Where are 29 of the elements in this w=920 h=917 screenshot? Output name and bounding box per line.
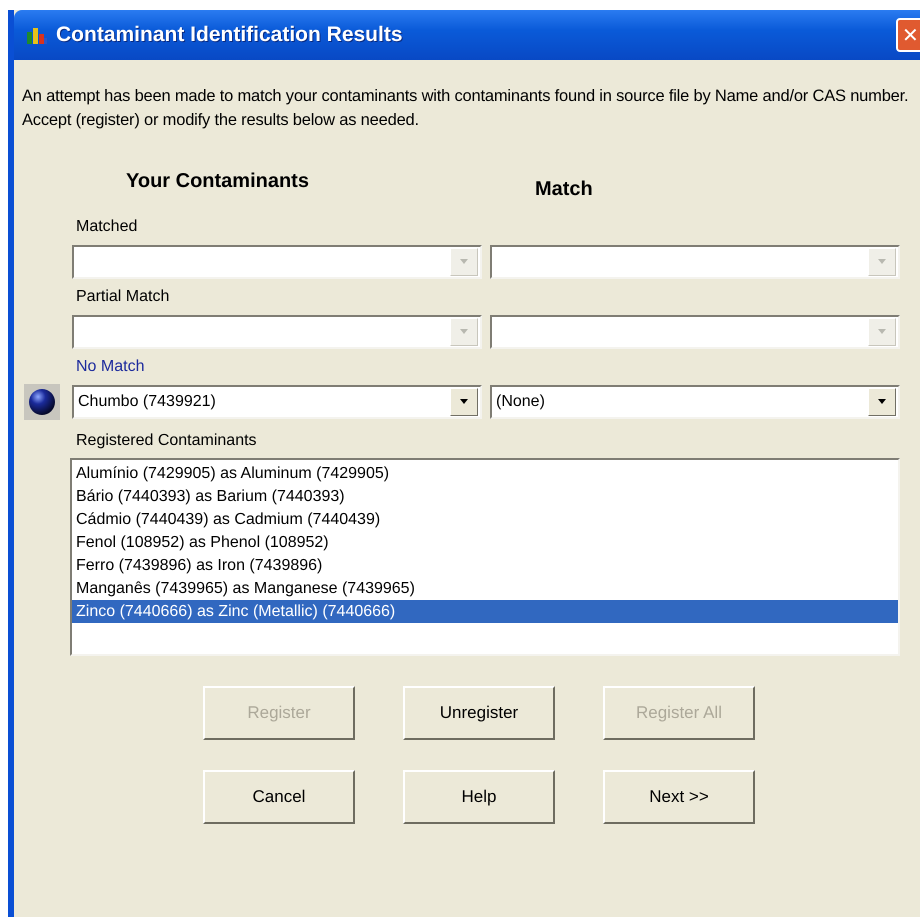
- list-item[interactable]: Cádmio (7440439) as Cadmium (7440439): [72, 508, 898, 531]
- list-item[interactable]: Zinco (7440666) as Zinc (Metallic) (7440666): [72, 600, 898, 623]
- dialog-button[interactable]: Next >>: [603, 770, 755, 824]
- description-text: An attempt has been made to match your contaminants with contaminants found in source file by Name and/or CAS number. Accept (register) or modify the results below as needed.: [22, 86, 910, 131]
- dropdown-arrow-icon: [459, 329, 469, 335]
- dialog-button[interactable]: Help: [403, 770, 555, 824]
- list-item[interactable]: Bário (7440393) as Barium (7440393): [72, 485, 898, 508]
- list-item[interactable]: Fenol (108952) as Phenol (108952): [72, 531, 898, 554]
- group-label: Partial Match: [76, 288, 170, 307]
- action-button[interactable]: Unregister: [403, 686, 555, 740]
- list-item[interactable]: Ferro (7439896) as Iron (7439896): [72, 554, 898, 577]
- column-header: Match: [534, 178, 593, 202]
- group-label: Matched: [76, 218, 138, 237]
- dropdown-arrow-icon: [877, 329, 887, 335]
- column-header: Your Contaminants: [126, 170, 309, 194]
- dropdown-field[interactable]: (None): [490, 385, 900, 419]
- dropdown-arrow-icon: [459, 399, 469, 405]
- list-item[interactable]: Alumínio (7429905) as Aluminum (7429905): [72, 462, 898, 485]
- window-title: Contaminant Identification Results: [56, 23, 403, 47]
- dropdown-arrow-icon: [877, 259, 887, 265]
- group-label: No Match: [76, 358, 144, 377]
- dropdown-arrow-icon: [877, 399, 887, 405]
- list-item[interactable]: Manganês (7439965) as Manganese (7439965): [72, 577, 898, 600]
- bar-chart-icon: [26, 26, 48, 44]
- dropdown-field[interactable]: Chumbo (7439921): [72, 385, 482, 419]
- dropdown-arrow-icon: [459, 259, 469, 265]
- close-button[interactable]: ✕: [896, 18, 920, 52]
- list-label: Registered Contaminants: [76, 432, 257, 451]
- dialog-button[interactable]: Cancel: [203, 770, 355, 824]
